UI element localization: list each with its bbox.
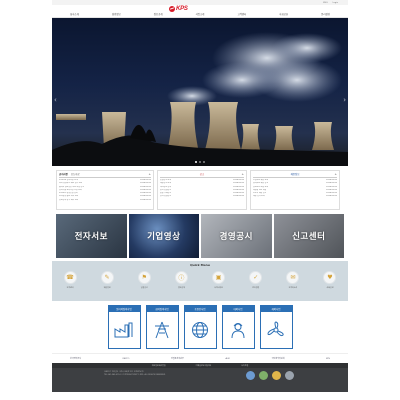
partner-logo[interactable]: KEPCO <box>123 358 130 360</box>
nav-item[interactable]: 윤리경영 <box>321 12 330 16</box>
page: ENG Login KPS 회사소개 경영정보 정보공개 사업소개 고객센터 사… <box>52 0 348 400</box>
hero-next-arrow-icon[interactable]: › <box>343 96 346 104</box>
util-link-eng[interactable]: ENG <box>323 2 327 4</box>
hero-banner: ‹ › <box>52 18 348 166</box>
certification-marks <box>246 371 294 380</box>
partner-logo[interactable]: ALIO <box>225 358 230 360</box>
pager-dot[interactable] <box>195 161 197 163</box>
tile-management-disclosure[interactable]: 경영공시 <box>201 214 272 258</box>
phone-icon: ☎ <box>63 271 77 284</box>
screen-icon: ▣ <box>212 271 226 284</box>
transmission-tower-icon <box>147 312 178 348</box>
more-plus-icon[interactable]: + <box>334 172 337 176</box>
heart-icon: ♥ <box>323 271 337 284</box>
info-icon: ⓘ <box>174 271 188 284</box>
power-plant-illustration <box>52 32 348 166</box>
certification-badge-icon <box>285 371 294 380</box>
recruit-board: 채용정보 + 신입사원 채용 안내 2024.00.00 경력사원 채용 공고 20… <box>250 170 340 210</box>
tile-e-newsletter[interactable]: 전자서보 <box>56 214 127 258</box>
tile-report-center[interactable]: 신고센터 <box>273 214 344 258</box>
nav-item[interactable]: 정보공개 <box>154 12 163 16</box>
nav-item[interactable]: 고객센터 <box>237 12 246 16</box>
certification-badge-icon <box>272 371 281 380</box>
notice-board: 공지사항 보도자료 + 한전KPS 공지사항 안내 2024.00.00 사내 경… <box>56 170 154 210</box>
footer-link[interactable]: 사이트맵 <box>241 364 248 367</box>
quick-item[interactable]: ✎ 채용정보 <box>97 271 117 289</box>
factory-icon <box>109 312 140 348</box>
flag-icon: ⚑ <box>137 271 151 284</box>
list-item[interactable]: 채용 결과 안내 2024.00.00 <box>253 195 337 198</box>
header: KPS 회사소개 경영정보 정보공개 사업소개 고객센터 사회공헌 윤리경영 <box>52 5 348 18</box>
quick-item[interactable]: ✓ 윤리경영 <box>246 271 266 289</box>
pager-dot[interactable] <box>203 161 205 163</box>
business-card-grid[interactable]: 송변전사업 <box>183 305 217 349</box>
footer-copyright: TEL 061-345-0114 / COPYRIGHT KEPCO KPS. … <box>104 373 166 376</box>
certification-badge-icon <box>259 371 268 380</box>
tile-corporate-video[interactable]: 기업영상 <box>128 214 199 258</box>
tile-label: 기업영상 <box>147 231 181 241</box>
board-tabs: 공지사항 보도자료 <box>59 172 151 178</box>
hero-prev-arrow-icon[interactable]: ‹ <box>54 96 57 104</box>
tile-label: 신고센터 <box>292 231 326 241</box>
business-cards: 원자력정비사업 화력정비사업 송변전사업 대외사업 해외사업 <box>52 301 348 353</box>
feature-tiles: 전자서보 기업영상 경영공시 신고센터 <box>52 210 348 258</box>
util-link-login[interactable]: Login <box>333 2 338 4</box>
partner-logo[interactable]: KPS <box>326 358 330 360</box>
quick-item[interactable]: ⚑ 입찰공고 <box>134 271 154 289</box>
quick-menu-title: Quick Menu <box>190 263 210 267</box>
certification-badge-icon <box>246 371 255 380</box>
footer-info: (58217) 전라남도 나주시 문화로 211 한전KPS(주) TEL 06… <box>104 371 214 377</box>
board-title: 공고 <box>160 172 244 178</box>
board-title: 채용정보 <box>253 172 337 178</box>
nav-item[interactable]: 사업소개 <box>196 12 205 16</box>
quick-menu: Quick Menu ☎ 고객센터 ✎ 채용정보 ⚑ 입찰공고 ⓘ 정보공개 ▣ 사이버홍… <box>52 261 348 301</box>
main-nav: 회사소개 경영정보 정보공개 사업소개 고객센터 사회공헌 윤리경영 <box>70 12 330 16</box>
partner-logo[interactable]: 국민권익위원회 <box>272 357 285 360</box>
quick-item[interactable]: ▣ 사이버홍보 <box>209 271 229 289</box>
turbine-icon <box>261 312 292 348</box>
footer: 개인정보처리방침 이메일무단수집거부 사이트맵 (58217) 전라남도 나주시… <box>52 363 348 392</box>
hero-pager <box>195 161 205 163</box>
pencil-icon: ✎ <box>100 271 114 284</box>
nav-item[interactable]: 경영정보 <box>112 12 121 16</box>
quick-menu-items: ☎ 고객센터 ✎ 채용정보 ⚑ 입찰공고 ⓘ 정보공개 ▣ 사이버홍보 ✓ 윤리경영 ✉ 고객… <box>60 271 340 289</box>
mail-icon: ✉ <box>286 271 300 284</box>
business-card-external[interactable]: 대외사업 <box>221 305 255 349</box>
nav-item[interactable]: 회사소개 <box>70 12 79 16</box>
partner-logo[interactable]: 한국전력공사 <box>70 357 81 360</box>
quick-item[interactable]: ⓘ 정보공개 <box>171 271 191 289</box>
more-plus-icon[interactable]: + <box>148 172 151 176</box>
board-row: 공지사항 보도자료 + 한전KPS 공지사항 안내 2024.00.00 사내 경… <box>52 166 348 210</box>
globe-icon <box>185 312 216 348</box>
pager-dot[interactable] <box>199 161 201 163</box>
list-item[interactable]: 정보공개 청구 처리 안내 2024.00.00 <box>59 199 151 202</box>
business-card-nuclear[interactable]: 원자력정비사업 <box>107 305 141 349</box>
partner-logo[interactable]: 산업통상자원부 <box>171 357 184 360</box>
footer-links: 개인정보처리방침 이메일무단수집거부 사이트맵 <box>52 363 348 368</box>
tile-label: 전자서보 <box>74 231 108 241</box>
tab-notice[interactable]: 공지사항 <box>59 172 68 176</box>
tile-label: 경영공시 <box>219 231 253 241</box>
partner-logos: 한국전력공사 KEPCO 산업통상자원부 ALIO 국민권익위원회 KPS <box>52 353 348 363</box>
list-item[interactable]: 공사 입찰공고 2024.00.00 <box>160 195 244 198</box>
business-card-thermal[interactable]: 화력정비사업 <box>145 305 179 349</box>
tab-press[interactable]: 보도자료 <box>71 172 80 176</box>
check-icon: ✓ <box>249 271 263 284</box>
footer-link[interactable]: 이메일무단수집거부 <box>196 364 212 367</box>
quick-item[interactable]: ♥ 사회공헌 <box>320 271 340 289</box>
quick-item[interactable]: ✉ 고객의소리 <box>283 271 303 289</box>
quick-item[interactable]: ☎ 고객센터 <box>60 271 80 289</box>
engineer-icon <box>223 312 254 348</box>
footer-link[interactable]: 개인정보처리방침 <box>152 364 166 367</box>
business-card-overseas[interactable]: 해외사업 <box>259 305 293 349</box>
nav-item[interactable]: 사회공헌 <box>279 12 288 16</box>
tender-board: 공고 + 입찰공고 안내 2024.00.00 채용공고 안내 2024.00.00… <box>157 170 247 210</box>
more-plus-icon[interactable]: + <box>241 172 244 176</box>
